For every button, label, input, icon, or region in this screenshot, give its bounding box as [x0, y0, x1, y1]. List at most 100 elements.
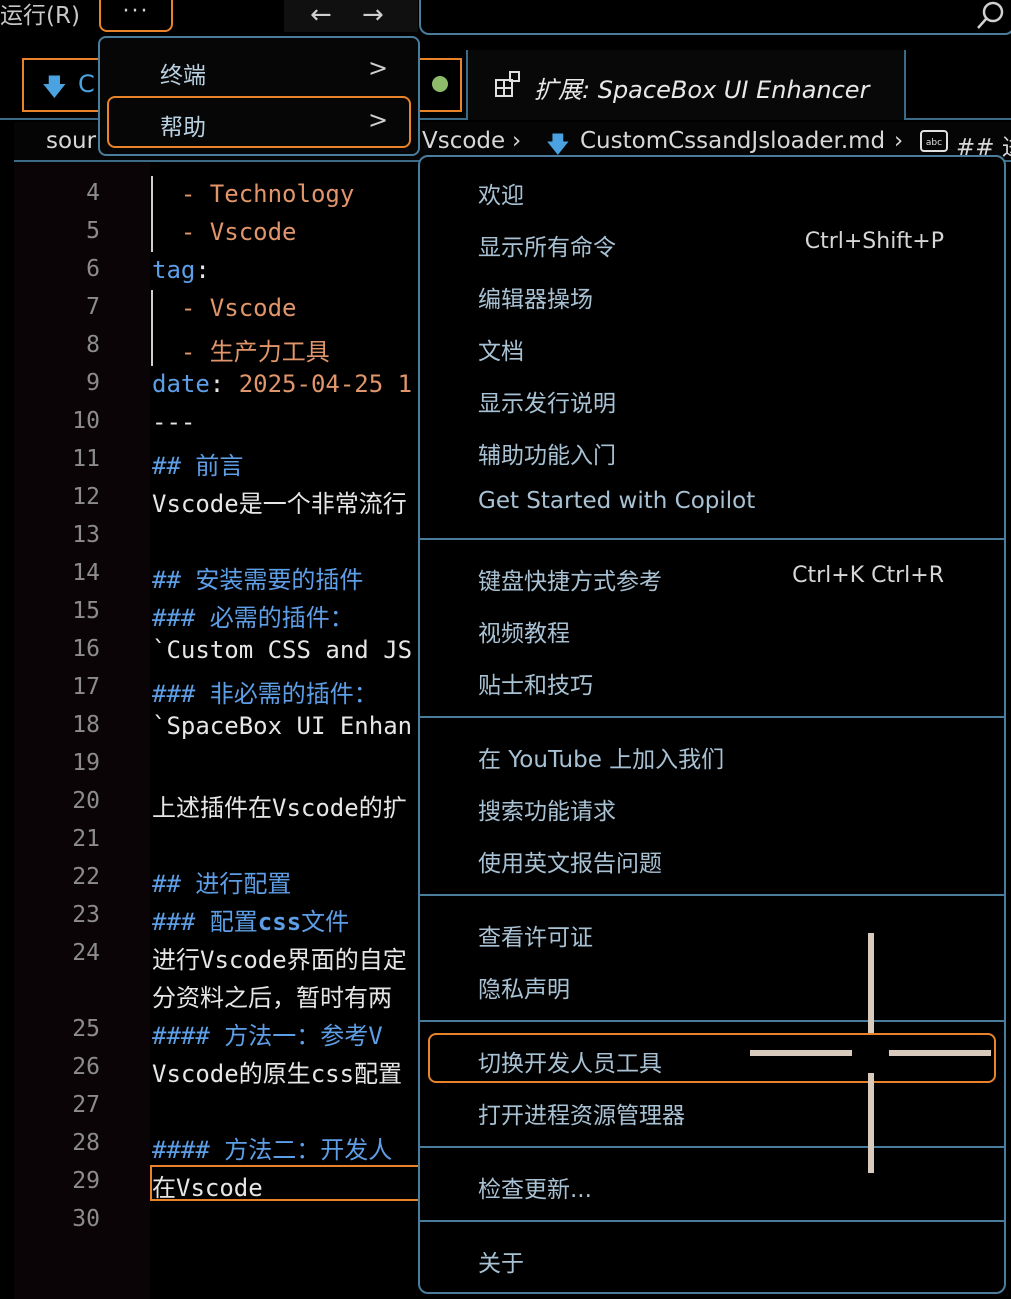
menu-item-highlight — [107, 96, 411, 148]
line-number: 22 — [72, 864, 100, 890]
code-line-25: #### 方法一：参考V — [152, 1022, 383, 1050]
tab-extension-label: 扩展: SpaceBox UI Enhancer — [534, 76, 870, 104]
line-number: 7 — [86, 294, 100, 320]
help-menu-item[interactable]: 在 YouTube 上加入我们 — [478, 740, 724, 774]
yaml-key: date — [152, 370, 210, 398]
help-menu-item[interactable]: 检查更新... — [478, 1170, 592, 1204]
keyboard-shortcut: Ctrl+K Ctrl+R — [792, 563, 944, 588]
code-line-23: ### 配置css文件 — [152, 902, 349, 937]
navigation-controls: ← → — [284, 0, 418, 32]
heading-text: 文件 — [301, 908, 350, 936]
help-menu-item[interactable]: 查看许可证 — [478, 918, 593, 952]
unsaved-dot-icon — [432, 76, 448, 92]
command-center-search[interactable] — [419, 0, 1011, 35]
chevron-right-icon: › — [894, 128, 904, 154]
code-line-9: date: 2025-04-25 1 — [152, 370, 412, 398]
forward-arrow-icon[interactable]: → — [362, 0, 384, 32]
line-number: 11 — [72, 446, 100, 472]
line-number: 4 — [86, 180, 100, 206]
help-menu-item[interactable]: 键盘快捷方式参考 — [478, 562, 662, 596]
help-menu-item[interactable]: 文档 — [478, 332, 524, 366]
line-number: 6 — [86, 256, 100, 282]
help-menu-item[interactable]: 显示发行说明 — [478, 384, 616, 418]
yaml-key: tag — [152, 256, 196, 284]
help-menu-item[interactable]: 欢迎 — [478, 176, 524, 210]
menu-separator — [418, 716, 1006, 718]
line-number: 8 — [86, 332, 100, 358]
crosshair-cursor-icon — [750, 1050, 852, 1056]
line-number: 10 — [72, 408, 100, 434]
chevron-right-icon: > — [368, 106, 389, 134]
line-number: 20 — [72, 788, 100, 814]
code-line-26: Vscode的原生css配置 — [152, 1060, 403, 1088]
more-menu-button[interactable]: ··· — [99, 0, 173, 32]
line-number: 16 — [72, 636, 100, 662]
symbol-string-icon: abc — [920, 130, 948, 152]
code-line-24-wrap: 分资料之后，暂时有两 — [152, 984, 392, 1012]
chevron-right-icon: › — [512, 128, 522, 154]
line-number: 30 — [72, 1206, 100, 1232]
crosshair-cursor-icon — [868, 933, 874, 1033]
code-line-28: #### 方法二：开发人 — [152, 1136, 393, 1164]
svg-text:abc: abc — [926, 138, 942, 148]
code-line-20: 上述插件在Vscode的扩 — [152, 794, 407, 822]
back-arrow-icon[interactable]: ← — [310, 0, 332, 32]
line-number: 28 — [72, 1130, 100, 1156]
line-number: 19 — [72, 750, 100, 776]
line-number: 17 — [72, 674, 100, 700]
line-number: 29 — [72, 1168, 100, 1194]
help-menu-item[interactable]: 使用英文报告问题 — [478, 844, 662, 878]
code-line-6: tag: — [152, 256, 210, 284]
yaml-colon: : — [209, 370, 239, 398]
help-menu-item[interactable]: 显示所有命令 — [478, 228, 616, 262]
help-menu-item[interactable]: 编辑器操场 — [478, 280, 593, 314]
keyboard-shortcut: Ctrl+Shift+P — [804, 229, 944, 254]
download-arrow-icon: 🡇 — [42, 73, 67, 101]
code-line-22: ## 进行配置 — [152, 870, 292, 898]
yaml-colon: : — [195, 256, 210, 284]
run-menu[interactable]: 运行(R) — [0, 0, 80, 34]
code-line-14: ## 安装需要的插件 — [152, 566, 364, 594]
line-number: 12 — [72, 484, 100, 510]
line-number: 9 — [86, 370, 100, 396]
line-number: 27 — [72, 1092, 100, 1118]
breadcrumb-root[interactable]: sour — [46, 128, 96, 154]
help-menu-item[interactable]: 打开进程资源管理器 — [478, 1096, 685, 1130]
help-menu-item[interactable]: 隐私声明 — [478, 970, 570, 1004]
crosshair-cursor-icon — [868, 1073, 874, 1173]
menu-separator — [418, 538, 1006, 540]
help-menu-item[interactable]: 搜索功能请求 — [478, 792, 616, 826]
crosshair-cursor-icon — [889, 1050, 991, 1056]
breadcrumb-file[interactable]: CustomCssandJsloader.md — [580, 128, 885, 154]
line-number: 26 — [72, 1054, 100, 1080]
code-line-17: ### 非必需的插件： — [152, 680, 378, 708]
line-number: 21 — [72, 826, 100, 852]
line-number: 13 — [72, 522, 100, 548]
extensions-icon — [495, 71, 520, 97]
code-line-5: - Vscode — [152, 218, 297, 246]
help-menu-item[interactable]: Get Started with Copilot — [478, 488, 755, 514]
code-line-8: - 生产力工具 — [152, 338, 330, 366]
breadcrumb-folder[interactable]: Vscode — [422, 128, 505, 154]
chevron-right-icon: > — [368, 54, 389, 82]
help-menu-item[interactable]: 关于 — [478, 1244, 524, 1278]
line-number: 15 — [72, 598, 100, 624]
line-number: 14 — [72, 560, 100, 586]
tab-label-initial: C — [78, 70, 95, 98]
menu-separator — [418, 1146, 1006, 1148]
code-line-4: - Technology — [152, 180, 355, 208]
line-number: 23 — [72, 902, 100, 928]
menu-item-help[interactable]: 帮助 — [160, 108, 206, 142]
line-number: 18 — [72, 712, 100, 738]
help-menu-item[interactable]: 视频教程 — [478, 614, 570, 648]
menu-separator — [418, 894, 1006, 896]
menu-item-terminal[interactable]: 终端 — [160, 56, 206, 90]
help-menu-item[interactable]: 贴士和技巧 — [478, 666, 593, 700]
line-number: 25 — [72, 1016, 100, 1042]
code-line-11: ## 前言 — [152, 452, 244, 480]
code-line-7: - Vscode — [152, 294, 297, 322]
code-line-12: Vscode是一个非常流行 — [152, 490, 407, 518]
help-menu-item[interactable]: 辅助功能入门 — [478, 436, 616, 470]
code-line-15: ### 必需的插件： — [152, 604, 354, 632]
help-menu-item[interactable]: 切换开发人员工具 — [478, 1044, 662, 1078]
